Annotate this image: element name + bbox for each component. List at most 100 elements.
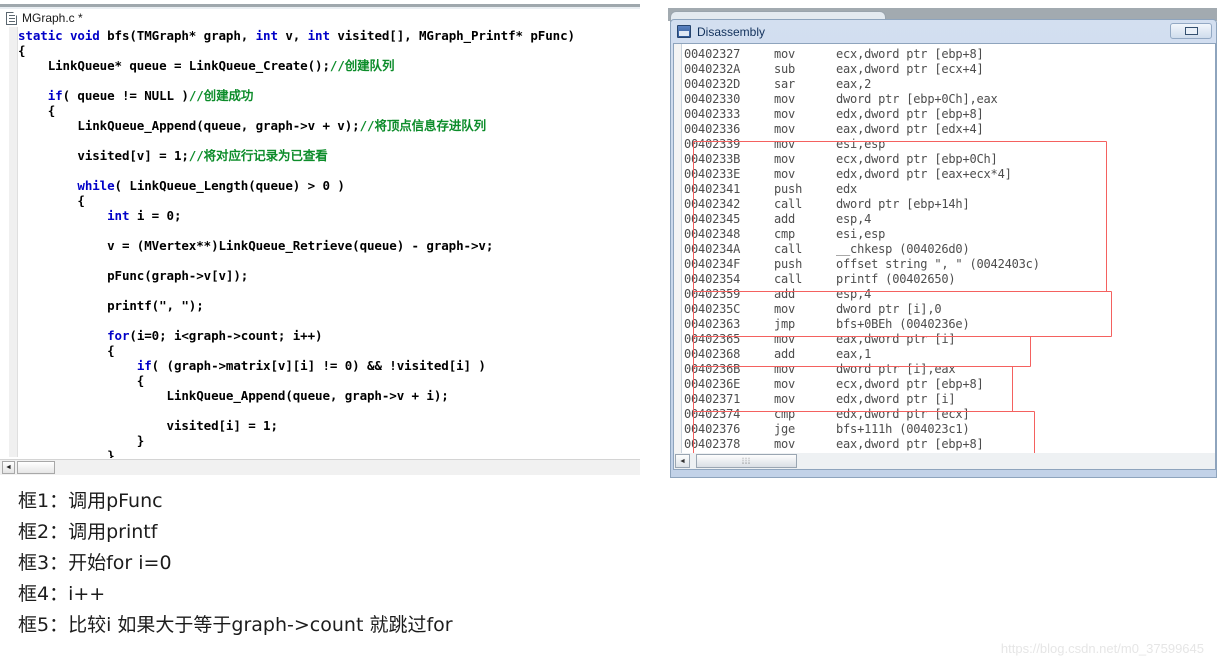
disassembly-line[interactable]: 00402363 jmp bfs+0BEh (0040236e) bbox=[684, 317, 1040, 332]
code-line: printf(", "); bbox=[18, 298, 638, 313]
code-text: LinkQueue_Append(queue, graph->v + v); bbox=[18, 118, 360, 133]
disassembly-line[interactable]: 00402376 jge bfs+111h (004023c1) bbox=[684, 422, 1040, 437]
disassembly-line[interactable]: 00402330 mov dword ptr [ebp+0Ch],eax bbox=[684, 92, 1040, 107]
instruction-address: 0040236B bbox=[684, 362, 741, 376]
instruction-mnemonic: mov bbox=[774, 302, 796, 316]
disassembly-horizontal-scrollbar[interactable]: ◄ ⦙⦙⦙ bbox=[673, 453, 1216, 470]
code-line: LinkQueue* queue = LinkQueue_Create();//… bbox=[18, 58, 638, 73]
disassembly-line[interactable]: 0040232D sar eax,2 bbox=[684, 77, 1040, 92]
disassembly-line[interactable]: 00402333 mov edx,dword ptr [ebp+8] bbox=[684, 107, 1040, 122]
disassembly-line[interactable]: 00402327 mov ecx,dword ptr [ebp+8] bbox=[684, 47, 1040, 62]
instruction-operands: eax,1 bbox=[836, 347, 872, 361]
disassembly-line[interactable]: 00402341 push edx bbox=[684, 182, 1040, 197]
disassembly-line[interactable]: 0040234F push offset string ", " (0042403c… bbox=[684, 257, 1040, 272]
instruction-mnemonic: cmp bbox=[774, 407, 796, 421]
instruction-operands: edx bbox=[836, 182, 858, 196]
document-icon bbox=[6, 11, 17, 25]
instruction-mnemonic: call bbox=[774, 272, 803, 286]
disassembly-line[interactable]: 00402359 add esp,4 bbox=[684, 287, 1040, 302]
instruction-mnemonic: jmp bbox=[774, 317, 796, 331]
annotation-line: 框1：调用pFunc bbox=[18, 490, 163, 512]
disassembly-line[interactable]: 00402348 cmp esi,esp bbox=[684, 227, 1040, 242]
annotation-line: 框5：比较i 如果大于等于graph->count 就跳过for bbox=[18, 614, 453, 636]
disassembly-scrollbar-thumb[interactable]: ⦙⦙⦙ bbox=[696, 454, 797, 468]
minimize-icon bbox=[1184, 27, 1198, 35]
disassembly-line[interactable]: 00402371 mov edx,dword ptr [i] bbox=[684, 392, 1040, 407]
disassembly-line[interactable]: 00402374 cmp edx,dword ptr [ecx] bbox=[684, 407, 1040, 422]
instruction-mnemonic: sub bbox=[774, 62, 796, 76]
instruction-address: 00402327 bbox=[684, 47, 741, 61]
code-line: if( (graph->matrix[v][i] != 0) && !visit… bbox=[18, 358, 638, 373]
editor-scrollbar-thumb[interactable] bbox=[17, 461, 55, 474]
disassembly-line[interactable]: 00402345 add esp,4 bbox=[684, 212, 1040, 227]
scroll-left-arrow-icon[interactable]: ◄ bbox=[2, 461, 15, 474]
minimize-button[interactable] bbox=[1170, 23, 1212, 39]
code-line: for(i=0; i<graph->count; i++) bbox=[18, 328, 638, 343]
disassembly-line[interactable]: 00402365 mov eax,dword ptr [i] bbox=[684, 332, 1040, 347]
instruction-operands: dword ptr [ebp+14h] bbox=[836, 197, 970, 211]
disassembly-window: Disassembly 00402327 mov ecx,dword ptr [eb… bbox=[670, 19, 1217, 478]
instruction-mnemonic: mov bbox=[774, 377, 796, 391]
scroll-left-arrow-icon[interactable]: ◄ bbox=[675, 454, 690, 468]
code-text: { bbox=[18, 373, 145, 388]
disassembly-line[interactable]: 0040233B mov ecx,dword ptr [ebp+0Ch] bbox=[684, 152, 1040, 167]
code-line: { bbox=[18, 103, 638, 118]
code-text: ( (graph->matrix[v][i] != 0) && !visited… bbox=[151, 358, 486, 373]
instruction-operands: esp,4 bbox=[836, 287, 872, 301]
instruction-address: 00402359 bbox=[684, 287, 741, 301]
annotation-line: 框2：调用printf bbox=[18, 521, 158, 543]
disassembly-line[interactable]: 00402339 mov esi,esp bbox=[684, 137, 1040, 152]
instruction-mnemonic: mov bbox=[774, 107, 796, 121]
instruction-operands: dword ptr [i],eax bbox=[836, 362, 956, 376]
disassembly-line[interactable]: 00402336 mov eax,dword ptr [edx+4] bbox=[684, 122, 1040, 137]
instruction-address: 00402378 bbox=[684, 437, 741, 451]
instruction-operands: edx,dword ptr [ebp+8] bbox=[836, 107, 984, 121]
instruction-mnemonic: mov bbox=[774, 167, 796, 181]
code-text: bfs(TMGraph* graph, bbox=[107, 28, 256, 43]
disassembly-line[interactable]: 00402368 add eax,1 bbox=[684, 347, 1040, 362]
instruction-mnemonic: mov bbox=[774, 47, 796, 61]
instruction-operands: eax,dword ptr [ebp+8] bbox=[836, 437, 984, 451]
instruction-mnemonic: jge bbox=[774, 422, 796, 436]
instruction-address: 0040232A bbox=[684, 62, 741, 76]
code-keyword: if bbox=[136, 358, 152, 373]
disassembly-line[interactable]: 0040235C mov dword ptr [i],0 bbox=[684, 302, 1040, 317]
disassembly-line[interactable]: 00402378 mov eax,dword ptr [ebp+8] bbox=[684, 437, 1040, 452]
disassembly-title-bar[interactable]: Disassembly bbox=[671, 20, 1216, 43]
code-keyword: while bbox=[77, 178, 115, 193]
disassembly-line[interactable]: 00402342 call dword ptr [ebp+14h] bbox=[684, 197, 1040, 212]
disassembly-line[interactable]: 0040236B mov dword ptr [i],eax bbox=[684, 362, 1040, 377]
instruction-operands: printf (00402650) bbox=[836, 272, 956, 286]
editor-tab-mgraph-c[interactable]: MGraph.c * bbox=[0, 9, 83, 27]
disassembly-line[interactable]: 0040236E mov ecx,dword ptr [ebp+8] bbox=[684, 377, 1040, 392]
code-text: visited[v] = 1; bbox=[18, 148, 189, 163]
code-line: visited[i] = 1; bbox=[18, 418, 638, 433]
instruction-operands: ecx,dword ptr [ebp+8] bbox=[836, 377, 984, 391]
instruction-operands: eax,2 bbox=[836, 77, 872, 91]
code-text: visited[i] = 1; bbox=[18, 418, 279, 433]
annotation-line: 框3：开始for i=0 bbox=[18, 552, 172, 574]
instruction-mnemonic: push bbox=[774, 182, 803, 196]
disassembly-code-area[interactable]: 00402327 mov ecx,dword ptr [ebp+8] 0040232A… bbox=[673, 43, 1216, 453]
disassembly-line[interactable]: 0040233E mov edx,dword ptr [eax+ecx*4] bbox=[684, 167, 1040, 182]
instruction-address: 00402339 bbox=[684, 137, 741, 151]
code-text: LinkQueue_Append(queue, graph->v + i); bbox=[18, 388, 449, 403]
disassembly-line[interactable]: 00402354 call printf (00402650) bbox=[684, 272, 1040, 287]
instruction-address: 00402376 bbox=[684, 422, 741, 436]
editor-code-area[interactable]: static void bfs(TMGraph* graph, int v, i… bbox=[18, 28, 638, 458]
code-line: visited[v] = 1;//将对应行记录为已查看 bbox=[18, 148, 638, 163]
disassembly-line[interactable]: 0040232A sub eax,dword ptr [ecx+4] bbox=[684, 62, 1040, 77]
code-line: } bbox=[18, 448, 638, 458]
disassembly-line[interactable]: 0040234A call __chkesp (004026d0) bbox=[684, 242, 1040, 257]
code-text: printf(", "); bbox=[18, 298, 204, 313]
disassembly-title: Disassembly bbox=[697, 24, 766, 39]
code-comment: //将顶点信息存进队列 bbox=[359, 118, 487, 133]
instruction-address: 00402342 bbox=[684, 197, 741, 211]
editor-horizontal-scrollbar[interactable]: ◄ bbox=[0, 459, 640, 475]
instruction-address: 00402365 bbox=[684, 332, 741, 346]
